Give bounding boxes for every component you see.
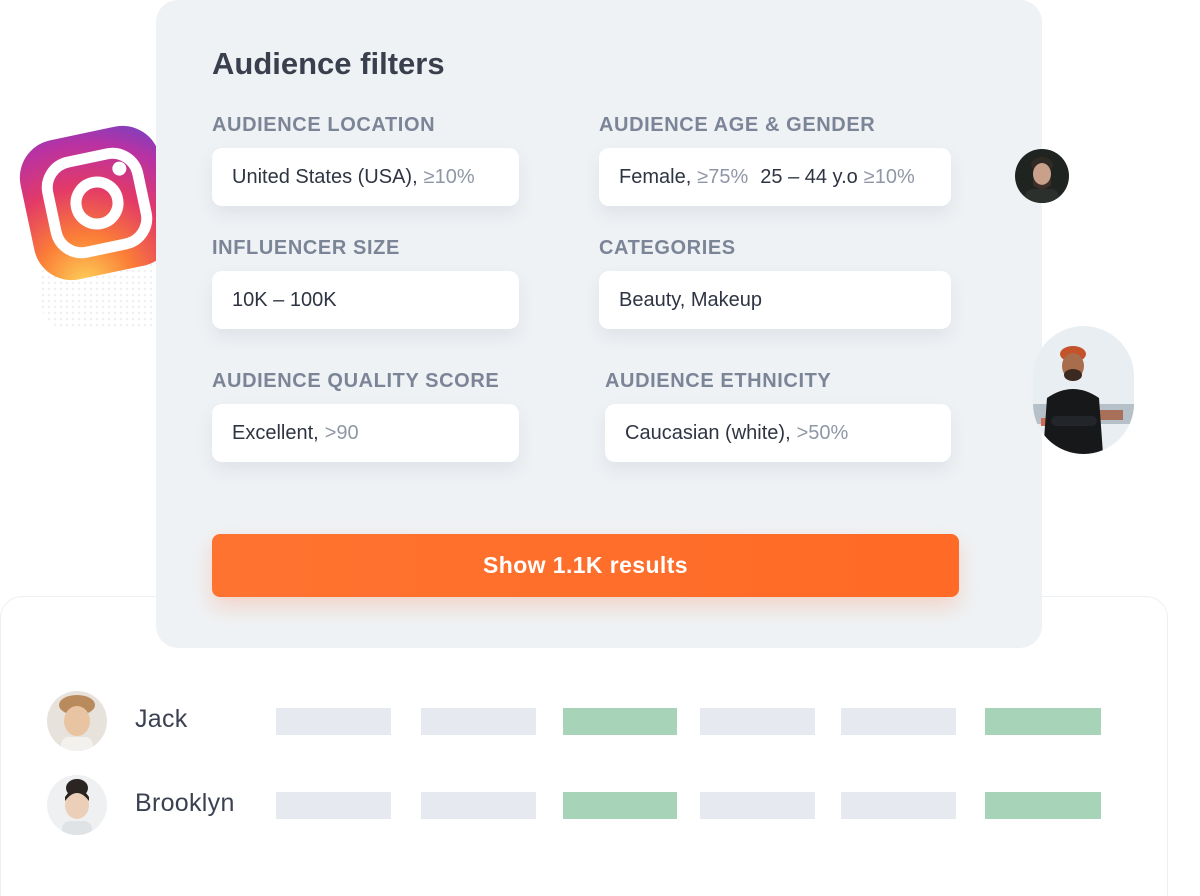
- metric-bar: [985, 708, 1101, 735]
- metric-bar: [841, 708, 956, 735]
- metric-bar: [700, 708, 815, 735]
- categories-field[interactable]: Beauty, Makeup: [599, 271, 951, 329]
- result-row-brooklyn[interactable]: Brooklyn: [47, 775, 1107, 835]
- panel-title: Audience filters: [212, 46, 445, 81]
- ethnicity-value: Caucasian (white),: [625, 421, 791, 444]
- metric-bar: [700, 792, 815, 819]
- audience-filters-panel: Audience filters AUDIENCE LOCATION Unite…: [156, 0, 1042, 648]
- ethnicity-threshold: >50%: [796, 421, 849, 444]
- audience-location-field[interactable]: United States (USA), ≥10%: [212, 148, 519, 206]
- size-value: 10K – 100K: [232, 288, 337, 311]
- metric-bar: [841, 792, 956, 819]
- influencer-size-label: INFLUENCER SIZE: [212, 237, 400, 259]
- audience-age-gender-field[interactable]: Female, ≥75% 25 – 44 y.o ≥10%: [599, 148, 951, 206]
- metric-bar: [421, 792, 536, 819]
- location-value: United States (USA),: [232, 165, 418, 188]
- metric-bar: [421, 708, 536, 735]
- location-threshold: ≥10%: [423, 165, 475, 188]
- result-name: Brooklyn: [135, 789, 235, 817]
- floating-avatar: [1015, 149, 1069, 203]
- audience-age-gender-label: AUDIENCE AGE & GENDER: [599, 114, 876, 136]
- result-row-jack[interactable]: Jack: [47, 691, 1107, 751]
- floating-avatar: [1033, 326, 1134, 454]
- audience-ethnicity-field[interactable]: Caucasian (white), >50%: [605, 404, 951, 462]
- gender-value: Female,: [619, 165, 692, 188]
- metric-bar: [563, 792, 677, 819]
- age-threshold: ≥10%: [863, 165, 915, 188]
- influencer-size-field[interactable]: 10K – 100K: [212, 271, 519, 329]
- gender-threshold: ≥75%: [697, 165, 749, 188]
- audience-quality-score-label: AUDIENCE QUALITY SCORE: [212, 370, 500, 392]
- quality-value: Excellent,: [232, 421, 319, 444]
- categories-label: CATEGORIES: [599, 237, 736, 259]
- show-results-button[interactable]: Show 1.1K results: [212, 534, 959, 597]
- avatar-brooklyn: [47, 775, 107, 835]
- quality-threshold: >90: [324, 421, 359, 444]
- metric-bar: [276, 708, 391, 735]
- audience-quality-score-field[interactable]: Excellent, >90: [212, 404, 519, 462]
- avatar-jack: [47, 691, 107, 751]
- audience-ethnicity-label: AUDIENCE ETHNICITY: [605, 370, 832, 392]
- result-name: Jack: [135, 705, 188, 733]
- audience-location-label: AUDIENCE LOCATION: [212, 114, 436, 136]
- metric-bar: [563, 708, 677, 735]
- categories-value: Beauty, Makeup: [619, 288, 763, 311]
- metric-bar: [276, 792, 391, 819]
- metric-bar: [985, 792, 1101, 819]
- age-value: 25 – 44 y.o: [760, 165, 858, 188]
